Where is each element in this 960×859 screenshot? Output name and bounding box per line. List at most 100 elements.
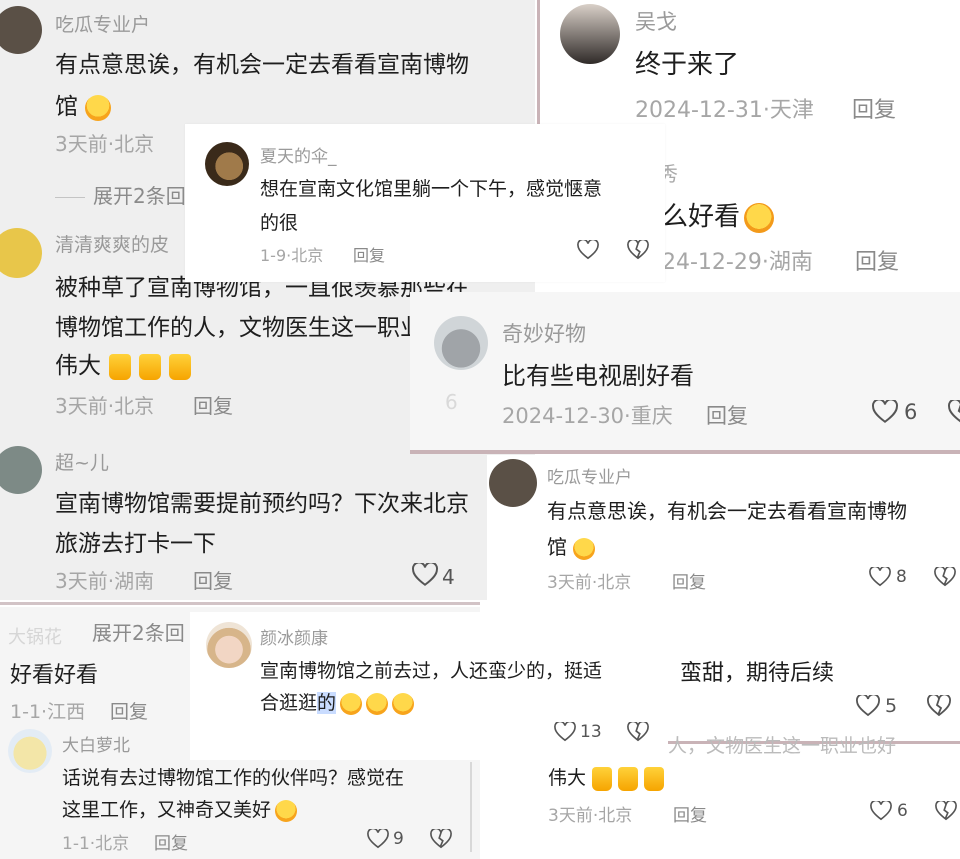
- comment-text-partial: 人，文物医生这一职业也好: [668, 735, 897, 757]
- comment-username[interactable]: 大白萝北: [62, 731, 130, 756]
- comment-username[interactable]: 颜冰颜康: [260, 624, 328, 649]
- thumbs-up-icon: [644, 766, 665, 791]
- comment-text: 有点意思诶，有机会一定去看看宣南博物: [55, 52, 469, 78]
- expand-replies[interactable]: 展开2条回: [55, 180, 186, 209]
- dislike-heart-icon[interactable]: [948, 400, 960, 424]
- reply-button[interactable]: 回复: [154, 829, 188, 854]
- avatar[interactable]: [205, 142, 249, 186]
- clap-emoji-icon: [275, 799, 298, 822]
- comment-text: 合逛逛的: [260, 688, 415, 715]
- comment-text: 比有些电视剧好看: [502, 362, 694, 390]
- like-count: 13: [580, 722, 602, 742]
- thumbs-up-icon: [169, 353, 191, 380]
- like-heart-icon[interactable]: [869, 567, 891, 587]
- reply-button[interactable]: 回复: [706, 400, 748, 430]
- comment-text: 终于来了: [635, 50, 740, 80]
- comment-username[interactable]: 清清爽爽的皮: [55, 230, 169, 257]
- panel-divider: [470, 762, 472, 852]
- dislike-heart-icon[interactable]: [627, 240, 649, 260]
- thumbs-up-icon: [592, 766, 613, 791]
- comment-username[interactable]: 吃瓜专业户: [55, 10, 150, 37]
- avatar[interactable]: [0, 228, 42, 278]
- reply-button[interactable]: 回复: [110, 697, 148, 724]
- comment-meta: 3天前·北京: [55, 132, 155, 156]
- comment-card-chigua-right: 吃瓜专业户 有点意思诶，有机会一定去看看宣南博物 馆 3天前·北京 回复 8: [487, 455, 960, 603]
- expand-replies[interactable]: 展开2条回: [92, 617, 185, 646]
- avatar[interactable]: [0, 6, 42, 54]
- avatar[interactable]: [206, 622, 252, 668]
- heart-eyes-emoji-icon: [340, 692, 363, 715]
- comment-meta: 3天前·北京: [547, 573, 632, 593]
- comment-text: 这里工作，又神奇又美好: [62, 795, 298, 822]
- avatar[interactable]: [0, 446, 42, 494]
- dislike-heart-icon[interactable]: [927, 695, 951, 717]
- grin-emoji-icon: [85, 94, 112, 121]
- heart-eyes-emoji-icon: [392, 692, 415, 715]
- selected-text[interactable]: 的: [317, 692, 337, 714]
- grin-emoji-icon: [573, 537, 596, 560]
- comment-text: 的很: [260, 212, 299, 234]
- dislike-heart-icon[interactable]: [935, 801, 957, 821]
- comment-username[interactable]: 夏天的伞_: [260, 142, 337, 167]
- like-count: 6: [897, 801, 908, 821]
- heart-eyes-emoji-icon: [744, 202, 775, 233]
- avatar[interactable]: [434, 316, 488, 370]
- comment-username[interactable]: 奇妙好物: [502, 318, 586, 348]
- comment-text: 蛮甜，期待后续: [680, 661, 835, 686]
- avatar[interactable]: [560, 4, 620, 64]
- reply-button[interactable]: 回复: [852, 92, 896, 124]
- like-heart-icon[interactable]: [577, 240, 599, 260]
- reply-button[interactable]: 回复: [855, 244, 899, 276]
- comment-card-qimiao: 奇妙好物 比有些电视剧好看 6 2024-12-30·重庆 回复 6: [410, 292, 960, 454]
- comment-meta: 1-1·江西: [10, 701, 86, 723]
- dislike-heart-icon[interactable]: [430, 829, 452, 849]
- comment-meta: 24-12-29·湖南: [662, 250, 813, 275]
- reply-button[interactable]: 回复: [672, 568, 706, 593]
- comment-username[interactable]: 吴戈: [635, 6, 677, 36]
- comment-meta: 3天前·湖南: [55, 569, 155, 593]
- comment-text: 好看好看: [10, 663, 99, 688]
- comment-username[interactable]: 超~儿: [55, 448, 109, 475]
- dislike-heart-icon[interactable]: [627, 722, 649, 742]
- comment-meta: 1-1·北京: [62, 834, 130, 854]
- heart-eyes-emoji-icon: [366, 692, 389, 715]
- thumbs-up-icon: [618, 766, 639, 791]
- comment-text: 馆: [547, 531, 596, 560]
- like-count: 9: [393, 829, 404, 849]
- like-count: 4: [442, 565, 455, 589]
- like-heart-icon[interactable]: [870, 801, 892, 821]
- reply-button[interactable]: 回复: [673, 801, 707, 826]
- comment-meta: 3天前·北京: [55, 394, 155, 418]
- comment-meta: 1-9·北京: [260, 246, 324, 265]
- like-heart-icon[interactable]: [412, 563, 438, 587]
- comment-text: 伟大: [55, 346, 191, 380]
- comment-text: 伟大: [548, 763, 665, 791]
- like-heart-icon[interactable]: [856, 695, 880, 717]
- comment-username[interactable]: 大锅花: [8, 623, 62, 649]
- panel-divider: [0, 602, 480, 605]
- reply-button[interactable]: 回复: [353, 242, 385, 266]
- like-heart-icon[interactable]: [367, 829, 389, 849]
- like-heart-icon[interactable]: [872, 400, 898, 424]
- comment-text: 话说有去过博物馆工作的伙伴吗？感觉在: [62, 767, 405, 789]
- avatar[interactable]: [8, 729, 52, 773]
- thumbs-up-icon: [109, 353, 131, 380]
- comment-text: 旅游去打卡一下: [55, 531, 216, 557]
- comment-text: 宣南博物馆需要提前预约吗？下次来北京: [55, 491, 469, 517]
- comment-meta: 2024-12-31·天津: [635, 98, 814, 123]
- dislike-heart-icon[interactable]: [934, 567, 956, 587]
- comment-username[interactable]: 吃瓜专业户: [547, 463, 632, 488]
- avatar[interactable]: [489, 459, 537, 507]
- like-count: 8: [896, 567, 907, 587]
- comment-text: 博物馆工作的人，文物医生这一职业也好: [55, 315, 469, 341]
- faded-like-count: 6: [445, 390, 458, 414]
- reply-button[interactable]: 回复: [193, 390, 233, 419]
- reply-button[interactable]: 回复: [193, 565, 233, 594]
- comment-text: 馆: [55, 87, 112, 121]
- like-heart-icon[interactable]: [554, 722, 576, 742]
- comment-text: 么好看: [662, 196, 775, 233]
- comment-meta: 3天前·北京: [548, 806, 633, 826]
- like-count: 6: [904, 400, 918, 424]
- comment-text: 想在宣南文化馆里躺一个下午，感觉惬意: [260, 178, 603, 200]
- comment-text: 有点意思诶，有机会一定去看看宣南博物: [547, 499, 907, 523]
